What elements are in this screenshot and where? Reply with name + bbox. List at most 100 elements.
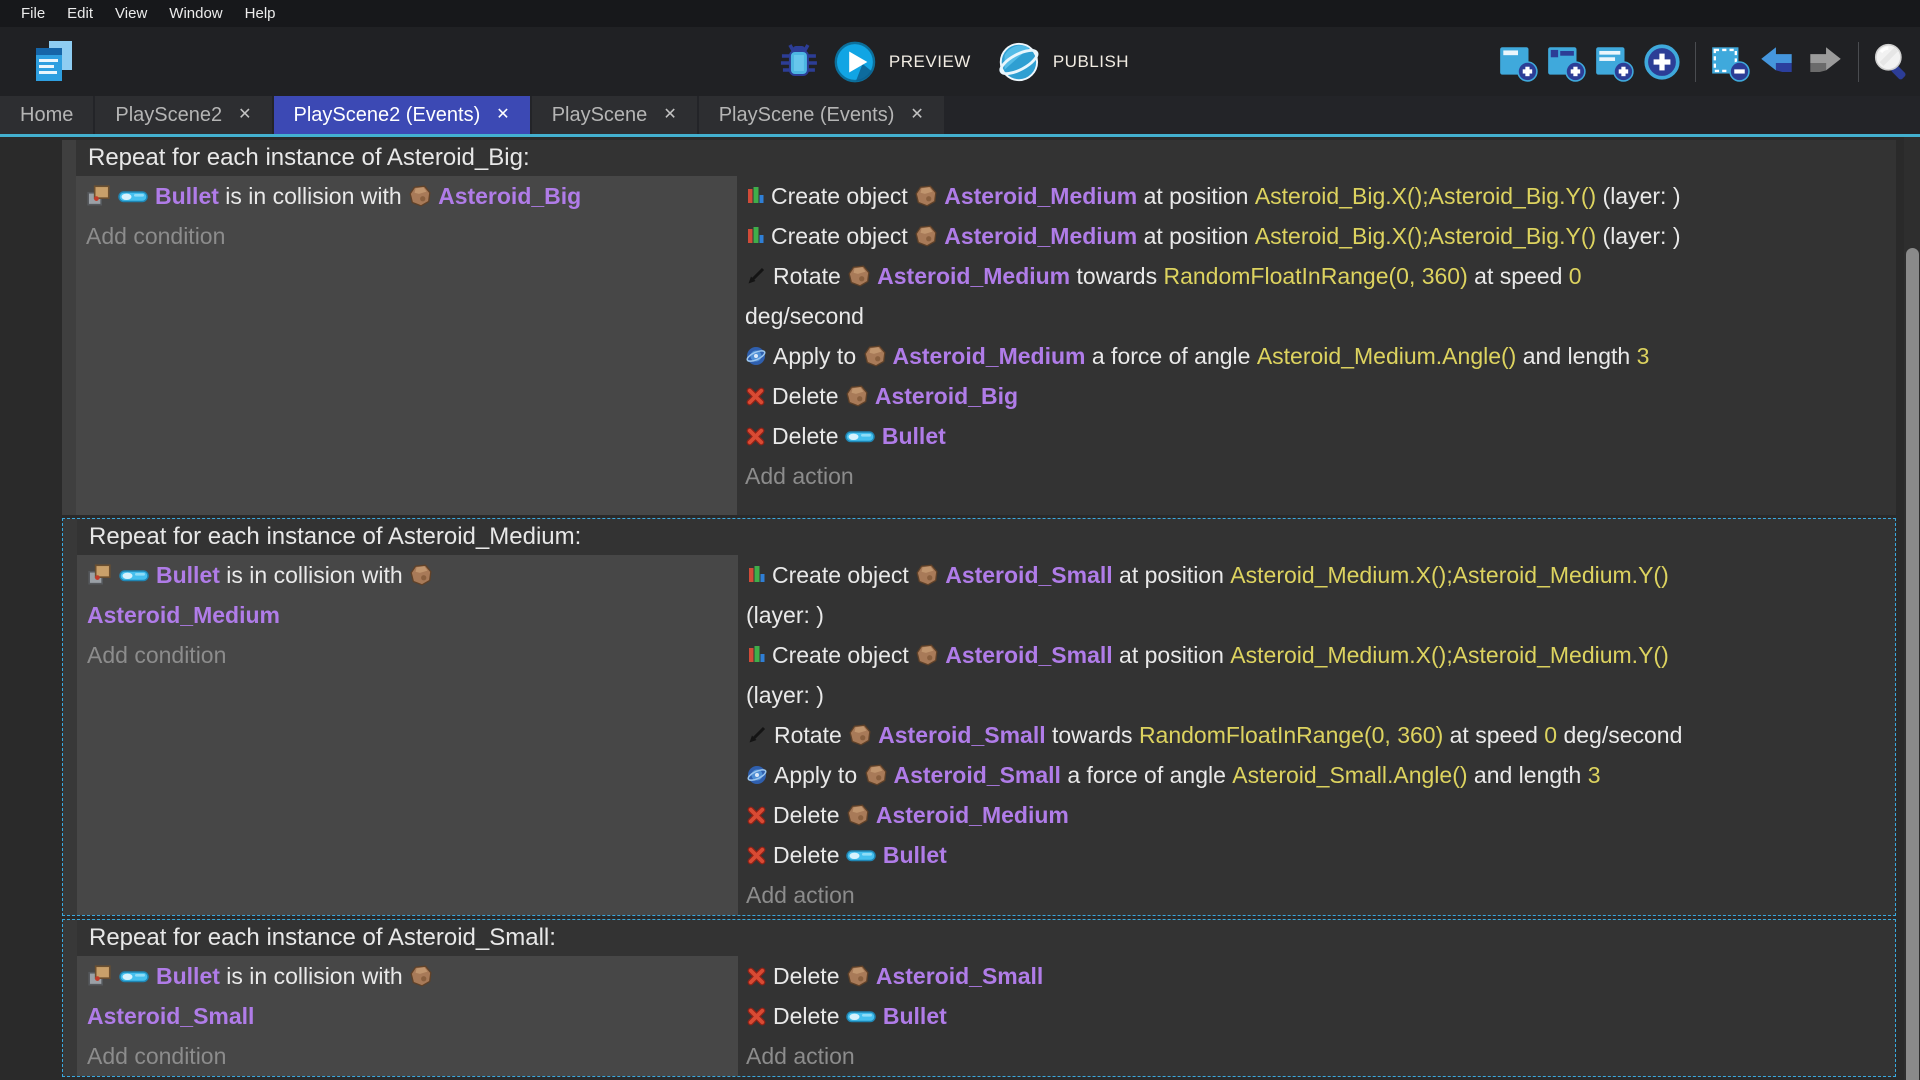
condition-row[interactable]: Bullet is in collision with Asteroid_Med… xyxy=(87,555,738,635)
event-drag-handle[interactable] xyxy=(62,140,76,515)
event-header[interactable]: Repeat for each instance of Asteroid_Sma… xyxy=(77,920,1895,956)
action-row[interactable]: Delete Bullet xyxy=(745,416,1896,456)
tab-close-icon[interactable]: ✕ xyxy=(910,107,923,123)
preview-icon[interactable] xyxy=(833,40,877,84)
tab-label: Home xyxy=(20,104,73,127)
instruction-line: Rotate Asteroid_Small towards RandomFloa… xyxy=(746,715,1895,755)
add-action-link[interactable]: Add action xyxy=(745,456,1896,496)
events-sheet[interactable]: Repeat for each instance of Asteroid_Big… xyxy=(0,137,1920,1080)
expression-value: Asteroid_Big.X();Asteroid_Big.Y() xyxy=(1255,183,1596,210)
conditions-column[interactable]: Bullet is in collision with Asteroid_Big… xyxy=(76,176,737,515)
expression-value: Asteroid_Medium.X();Asteroid_Medium.Y() xyxy=(1230,562,1668,589)
tab-close-icon[interactable]: ✕ xyxy=(663,107,676,123)
action-row[interactable]: Create object Asteroid_Medium at positio… xyxy=(745,176,1896,216)
action-row[interactable]: Delete Asteroid_Big xyxy=(745,376,1896,416)
expression-value: 0 xyxy=(1544,722,1557,749)
event-block[interactable]: Repeat for each instance of Asteroid_Big… xyxy=(62,140,1896,515)
expression-value: Asteroid_Medium.Angle() xyxy=(1257,343,1517,370)
instruction-line: (layer: ) xyxy=(746,675,1895,715)
delete-selection-button[interactable] xyxy=(1707,40,1751,84)
object-name: Asteroid_Small xyxy=(878,722,1045,749)
preview-button[interactable]: PREVIEW xyxy=(889,52,971,72)
action-row[interactable]: Delete Bullet xyxy=(746,996,1895,1036)
collision-icon xyxy=(87,963,113,989)
add-event-button[interactable] xyxy=(1496,40,1540,84)
asteroid-icon xyxy=(847,264,871,288)
action-row[interactable]: Delete Bullet xyxy=(746,835,1895,875)
instruction-text: (layer: ) xyxy=(746,682,824,709)
actions-column[interactable]: Create object Asteroid_Small at position… xyxy=(738,555,1895,915)
vertical-scrollbar[interactable] xyxy=(1904,137,1920,1080)
event-block[interactable]: Repeat for each instance of Asteroid_Sma… xyxy=(62,919,1896,1077)
action-row[interactable]: Delete Asteroid_Small xyxy=(746,956,1895,996)
action-row[interactable]: Apply to Asteroid_Small a force of angle… xyxy=(746,755,1895,795)
instruction-line: deg/second xyxy=(745,296,1896,336)
condition-row[interactable]: Bullet is in collision with Asteroid_Sma… xyxy=(87,956,738,1036)
action-row[interactable]: Delete Asteroid_Medium xyxy=(746,795,1895,835)
toolbar-separator xyxy=(1858,42,1859,82)
tab-home[interactable]: Home xyxy=(0,96,93,134)
action-row[interactable]: Create object Asteroid_Small at position… xyxy=(746,555,1895,635)
event-drag-handle[interactable] xyxy=(63,920,77,1076)
tab-playscene-events-[interactable]: PlayScene (Events) ✕ xyxy=(699,96,944,134)
delete-icon xyxy=(746,966,767,987)
conditions-column[interactable]: Bullet is in collision with Asteroid_Sma… xyxy=(77,956,738,1076)
rotate-icon xyxy=(746,724,768,746)
action-row[interactable]: Create object Asteroid_Small at position… xyxy=(746,635,1895,715)
menu-file[interactable]: File xyxy=(10,5,56,22)
instruction-text: Delete xyxy=(773,963,846,990)
choose-event-button[interactable] xyxy=(1640,40,1684,84)
event-drag-handle[interactable] xyxy=(63,519,77,915)
bullet-icon xyxy=(119,968,150,985)
scrollbar-thumb[interactable] xyxy=(1906,248,1919,1080)
actions-column[interactable]: Delete Asteroid_SmallDelete BulletAdd ac… xyxy=(738,956,1895,1076)
menu-help[interactable]: Help xyxy=(234,5,287,22)
add-action-link[interactable]: Add action xyxy=(746,875,1895,915)
tab-close-icon[interactable]: ✕ xyxy=(496,107,509,123)
action-row[interactable]: Rotate Asteroid_Small towards RandomFloa… xyxy=(746,715,1895,755)
instruction-text: Delete xyxy=(773,842,846,869)
tab-label: PlayScene (Events) xyxy=(719,104,895,127)
add-action-link[interactable]: Add action xyxy=(746,1036,1895,1076)
instruction-text: Apply to xyxy=(774,762,864,789)
event-header[interactable]: Repeat for each instance of Asteroid_Big… xyxy=(76,140,1896,176)
publish-icon[interactable] xyxy=(997,40,1041,84)
object-name: Asteroid_Small xyxy=(87,1003,254,1030)
publish-button[interactable]: PUBLISH xyxy=(1053,52,1129,72)
menu-window[interactable]: Window xyxy=(158,5,233,22)
actions-column[interactable]: Create object Asteroid_Medium at positio… xyxy=(737,176,1896,515)
instruction-text: (layer: ) xyxy=(1596,223,1680,250)
add-condition-link[interactable]: Add condition xyxy=(86,216,737,256)
tab-playscene2-events-[interactable]: PlayScene2 (Events)✕ xyxy=(274,96,530,134)
asteroid-icon xyxy=(846,964,870,988)
add-comment-button[interactable] xyxy=(1592,40,1636,84)
debugger-icon[interactable] xyxy=(777,40,821,84)
rotate-icon xyxy=(745,265,767,287)
redo-button[interactable] xyxy=(1803,40,1847,84)
tab-playscene2[interactable]: PlayScene2✕ xyxy=(95,96,271,134)
action-row[interactable]: Create object Asteroid_Medium at positio… xyxy=(745,216,1896,256)
action-row[interactable]: Rotate Asteroid_Medium towards RandomFlo… xyxy=(745,256,1896,336)
conditions-column[interactable]: Bullet is in collision with Asteroid_Med… xyxy=(77,555,738,915)
event-header[interactable]: Repeat for each instance of Asteroid_Med… xyxy=(77,519,1895,555)
gdevelop-logo-icon[interactable] xyxy=(30,39,82,85)
object-name: Asteroid_Small xyxy=(945,642,1112,669)
tab-playscene[interactable]: PlayScene✕ xyxy=(532,96,697,134)
condition-row[interactable]: Bullet is in collision with Asteroid_Big xyxy=(86,176,737,216)
menu-edit[interactable]: Edit xyxy=(56,5,104,22)
instruction-text: towards xyxy=(1070,263,1163,290)
object-name: Asteroid_Medium xyxy=(944,183,1137,210)
menu-view[interactable]: View xyxy=(104,5,158,22)
search-button[interactable] xyxy=(1870,40,1914,84)
undo-button[interactable] xyxy=(1755,40,1799,84)
add-condition-link[interactable]: Add condition xyxy=(87,635,738,675)
add-subevent-button[interactable] xyxy=(1544,40,1588,84)
instruction-line: Apply to Asteroid_Small a force of angle… xyxy=(746,755,1895,795)
event-block[interactable]: Repeat for each instance of Asteroid_Med… xyxy=(62,518,1896,916)
add-condition-link[interactable]: Add condition xyxy=(87,1036,738,1076)
instruction-text: at speed xyxy=(1468,263,1569,290)
instruction-line: Create object Asteroid_Medium at positio… xyxy=(745,176,1896,216)
action-row[interactable]: Apply to Asteroid_Medium a force of angl… xyxy=(745,336,1896,376)
object-name: Bullet xyxy=(155,183,219,210)
tab-close-icon[interactable]: ✕ xyxy=(238,107,251,123)
